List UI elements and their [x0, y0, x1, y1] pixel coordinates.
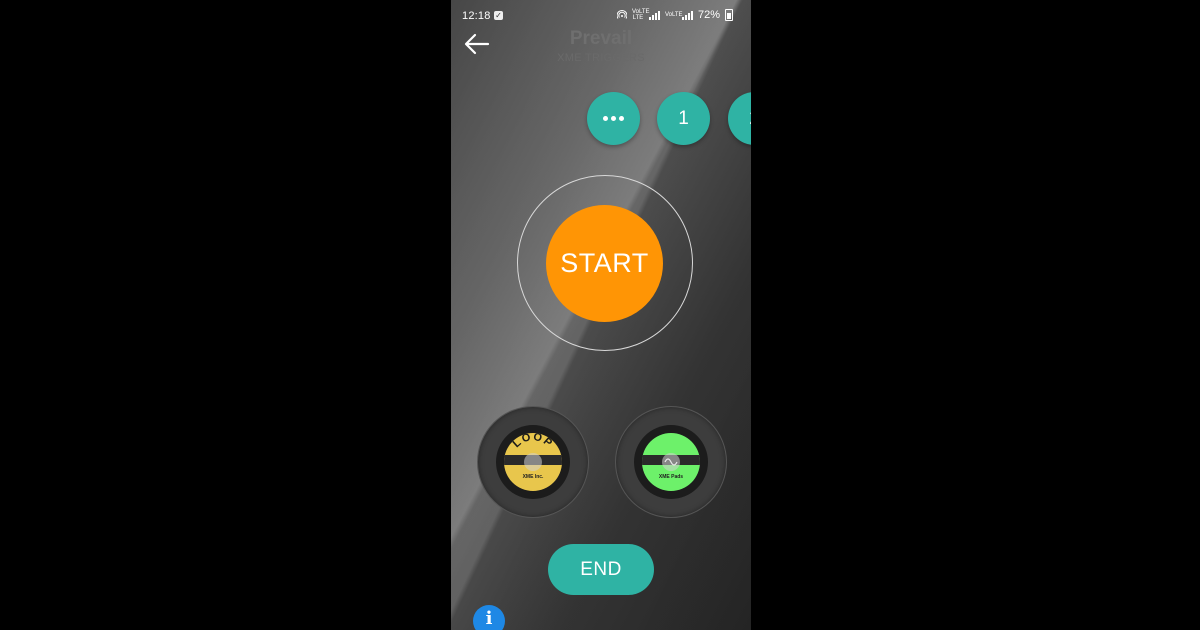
network-label-2: VoLTE [664, 12, 683, 18]
status-icons: VoLTE LTE VoLTE 72% [616, 9, 733, 21]
page-subtitle: XME TRIGGERS [557, 52, 645, 64]
phone-screen: 12:18 ✓ VoLTE LTE VoLTE 72% Prevail XME … [451, 0, 751, 630]
loop-disc-center [524, 453, 542, 471]
info-button[interactable]: i [473, 605, 505, 630]
xme-pad[interactable]: XME Pads [615, 406, 727, 518]
page-title: Prevail [569, 28, 633, 49]
xme-disc: XME Pads [642, 433, 700, 491]
loop-maker-label: XME Inc. [522, 474, 544, 480]
svg-text:LOOP: LOOP [511, 433, 556, 450]
loop-disc: LOOP XME Inc. [504, 433, 562, 491]
signal-bars-icon [648, 10, 660, 20]
loop-label: LOOP [511, 433, 554, 450]
hotspot-icon [616, 10, 627, 19]
signal-bars-icon-2 [681, 10, 693, 20]
start-button[interactable]: START [546, 205, 663, 322]
trigger-chip-1[interactable]: 1 [657, 92, 710, 145]
notification-check-icon: ✓ [494, 11, 503, 20]
trigger-chip-2[interactable]: 2 [728, 92, 751, 145]
end-button[interactable]: END [548, 544, 654, 595]
xme-pad-label: XME Pads [658, 474, 684, 480]
status-time: 12:18 [462, 10, 491, 22]
loop-pad[interactable]: LOOP XME Inc. [477, 406, 589, 518]
sine-wave-icon [664, 458, 678, 466]
more-horizontal-icon [603, 116, 624, 121]
battery-percent: 72% [697, 9, 720, 21]
network-label-1: VoLTE LTE [631, 9, 650, 21]
more-options-button[interactable] [587, 92, 640, 145]
xme-pad-inner: XME Pads [634, 425, 708, 499]
loop-pad-inner: LOOP XME Inc. [496, 425, 570, 499]
battery-icon [725, 9, 733, 21]
